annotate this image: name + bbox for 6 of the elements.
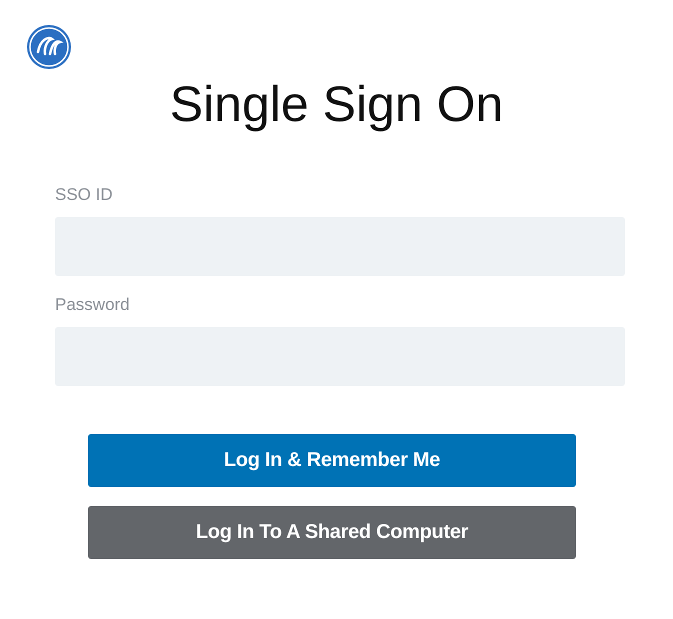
shared-login-button[interactable]: Log In To A Shared Computer (88, 506, 576, 559)
field-label: SSO ID (55, 184, 114, 206)
field-label: Password (55, 294, 131, 316)
login-button[interactable]: Log In & Remember Me (88, 434, 576, 487)
logo-icon (26, 24, 72, 70)
page-title: Single Sign On (168, 75, 504, 134)
